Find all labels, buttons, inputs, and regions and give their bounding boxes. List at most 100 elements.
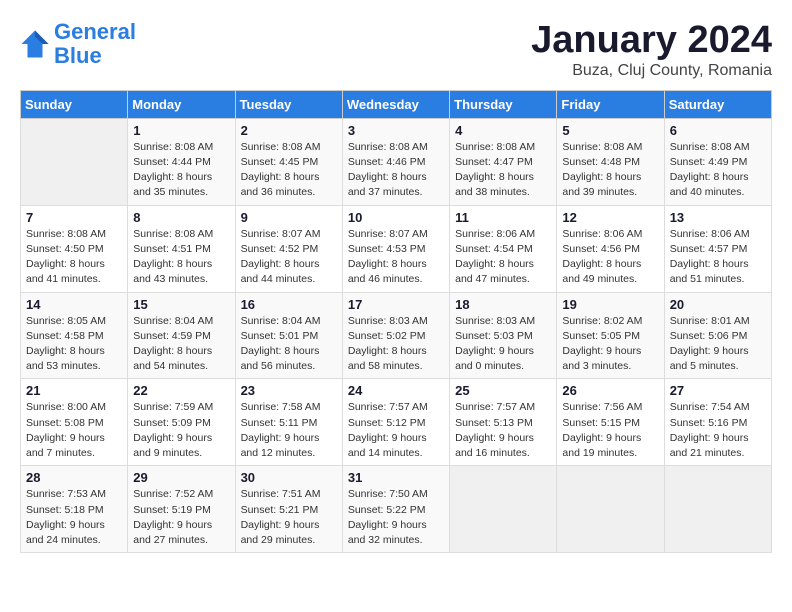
- calendar-body: 1 Sunrise: 8:08 AMSunset: 4:44 PMDaylight…: [21, 118, 772, 552]
- calendar-cell: [21, 118, 128, 205]
- calendar-cell: 16 Sunrise: 8:04 AMSunset: 5:01 PMDayligh…: [235, 292, 342, 379]
- calendar-cell: 13 Sunrise: 8:06 AMSunset: 4:57 PMDayligh…: [664, 205, 771, 292]
- day-info: Sunrise: 8:06 AMSunset: 4:57 PMDaylight:…: [670, 227, 766, 288]
- calendar-cell: 31 Sunrise: 7:50 AMSunset: 5:22 PMDayligh…: [342, 466, 449, 553]
- day-info: Sunrise: 8:08 AMSunset: 4:49 PMDaylight:…: [670, 140, 766, 201]
- calendar-cell: 4 Sunrise: 8:08 AMSunset: 4:47 PMDaylight…: [450, 118, 557, 205]
- calendar-cell: 3Sunrise: 8:08 AMSunset: 4:46 PMDaylight…: [342, 118, 449, 205]
- calendar-cell: 12 Sunrise: 8:06 AMSunset: 4:56 PMDayligh…: [557, 205, 664, 292]
- day-number: 6: [670, 123, 766, 138]
- day-number: 2: [241, 123, 337, 138]
- weekday-header-friday: Friday: [557, 90, 664, 118]
- day-info: Sunrise: 8:07 AMSunset: 4:52 PMDaylight:…: [241, 227, 337, 288]
- day-info: Sunrise: 7:51 AMSunset: 5:21 PMDaylight:…: [241, 487, 337, 548]
- logo: General Blue: [20, 20, 136, 68]
- day-info: Sunrise: 7:50 AMSunset: 5:22 PMDaylight:…: [348, 487, 444, 548]
- month-title: January 2024: [531, 20, 772, 62]
- weekday-header-wednesday: Wednesday: [342, 90, 449, 118]
- weekday-header-sunday: Sunday: [21, 90, 128, 118]
- day-number: 17: [348, 297, 444, 312]
- day-number: 13: [670, 210, 766, 225]
- day-info: Sunrise: 7:57 AMSunset: 5:13 PMDaylight:…: [455, 400, 551, 461]
- calendar-cell: 11 Sunrise: 8:06 AMSunset: 4:54 PMDayligh…: [450, 205, 557, 292]
- calendar-cell: 21Sunrise: 8:00 AMSunset: 5:08 PMDayligh…: [21, 379, 128, 466]
- day-number: 22: [133, 383, 229, 398]
- calendar-cell: 23Sunrise: 7:58 AMSunset: 5:11 PMDayligh…: [235, 379, 342, 466]
- calendar-cell: 24 Sunrise: 7:57 AMSunset: 5:12 PMDayligh…: [342, 379, 449, 466]
- day-info: Sunrise: 7:58 AMSunset: 5:11 PMDaylight:…: [241, 400, 337, 461]
- day-number: 28: [26, 470, 122, 485]
- calendar-cell: 22 Sunrise: 7:59 AMSunset: 5:09 PMDayligh…: [128, 379, 235, 466]
- weekday-header-monday: Monday: [128, 90, 235, 118]
- day-info: Sunrise: 8:00 AMSunset: 5:08 PMDaylight:…: [26, 400, 122, 461]
- day-number: 9: [241, 210, 337, 225]
- calendar-cell: 10Sunrise: 8:07 AMSunset: 4:53 PMDayligh…: [342, 205, 449, 292]
- day-info: Sunrise: 8:08 AMSunset: 4:51 PMDaylight:…: [133, 227, 229, 288]
- calendar-cell: [557, 466, 664, 553]
- day-info: Sunrise: 7:59 AMSunset: 5:09 PMDaylight:…: [133, 400, 229, 461]
- day-number: 30: [241, 470, 337, 485]
- title-section: January 2024 Buza, Cluj County, Romania: [531, 20, 772, 80]
- day-number: 11: [455, 210, 551, 225]
- location-title: Buza, Cluj County, Romania: [531, 62, 772, 80]
- weekday-header-thursday: Thursday: [450, 90, 557, 118]
- calendar-table: SundayMondayTuesdayWednesdayThursdayFrid…: [20, 90, 772, 553]
- day-number: 16: [241, 297, 337, 312]
- header: General Blue January 2024 Buza, Cluj Cou…: [20, 20, 772, 80]
- day-number: 25: [455, 383, 551, 398]
- day-info: Sunrise: 7:54 AMSunset: 5:16 PMDaylight:…: [670, 400, 766, 461]
- calendar-cell: 6 Sunrise: 8:08 AMSunset: 4:49 PMDaylight…: [664, 118, 771, 205]
- day-info: Sunrise: 8:08 AMSunset: 4:46 PMDaylight:…: [348, 140, 444, 201]
- day-number: 19: [562, 297, 658, 312]
- calendar-cell: 5Sunrise: 8:08 AMSunset: 4:48 PMDaylight…: [557, 118, 664, 205]
- day-number: 27: [670, 383, 766, 398]
- calendar-cell: [664, 466, 771, 553]
- day-number: 1: [133, 123, 229, 138]
- day-number: 14: [26, 297, 122, 312]
- day-number: 15: [133, 297, 229, 312]
- day-info: Sunrise: 8:04 AMSunset: 5:01 PMDaylight:…: [241, 314, 337, 375]
- day-info: Sunrise: 8:01 AMSunset: 5:06 PMDaylight:…: [670, 314, 766, 375]
- calendar-cell: 29Sunrise: 7:52 AMSunset: 5:19 PMDayligh…: [128, 466, 235, 553]
- logo-icon: [20, 29, 50, 59]
- day-number: 24: [348, 383, 444, 398]
- calendar-cell: 9 Sunrise: 8:07 AMSunset: 4:52 PMDaylight…: [235, 205, 342, 292]
- calendar-week-4: 21Sunrise: 8:00 AMSunset: 5:08 PMDayligh…: [21, 379, 772, 466]
- day-info: Sunrise: 8:03 AMSunset: 5:03 PMDaylight:…: [455, 314, 551, 375]
- day-info: Sunrise: 8:08 AMSunset: 4:50 PMDaylight:…: [26, 227, 122, 288]
- calendar-cell: 15Sunrise: 8:04 AMSunset: 4:59 PMDayligh…: [128, 292, 235, 379]
- day-info: Sunrise: 7:53 AMSunset: 5:18 PMDaylight:…: [26, 487, 122, 548]
- calendar-cell: 28 Sunrise: 7:53 AMSunset: 5:18 PMDayligh…: [21, 466, 128, 553]
- day-number: 8: [133, 210, 229, 225]
- calendar-cell: 30 Sunrise: 7:51 AMSunset: 5:21 PMDayligh…: [235, 466, 342, 553]
- calendar-cell: 14Sunrise: 8:05 AMSunset: 4:58 PMDayligh…: [21, 292, 128, 379]
- calendar-cell: 18Sunrise: 8:03 AMSunset: 5:03 PMDayligh…: [450, 292, 557, 379]
- day-info: Sunrise: 8:06 AMSunset: 4:56 PMDaylight:…: [562, 227, 658, 288]
- day-number: 26: [562, 383, 658, 398]
- day-number: 4: [455, 123, 551, 138]
- calendar-cell: 8 Sunrise: 8:08 AMSunset: 4:51 PMDaylight…: [128, 205, 235, 292]
- day-info: Sunrise: 8:08 AMSunset: 4:45 PMDaylight:…: [241, 140, 337, 201]
- day-info: Sunrise: 8:07 AMSunset: 4:53 PMDaylight:…: [348, 227, 444, 288]
- calendar-cell: 1 Sunrise: 8:08 AMSunset: 4:44 PMDaylight…: [128, 118, 235, 205]
- day-info: Sunrise: 7:56 AMSunset: 5:15 PMDaylight:…: [562, 400, 658, 461]
- day-info: Sunrise: 7:57 AMSunset: 5:12 PMDaylight:…: [348, 400, 444, 461]
- calendar-cell: 7 Sunrise: 8:08 AMSunset: 4:50 PMDaylight…: [21, 205, 128, 292]
- calendar-cell: 17Sunrise: 8:03 AMSunset: 5:02 PMDayligh…: [342, 292, 449, 379]
- day-number: 20: [670, 297, 766, 312]
- calendar-cell: 20 Sunrise: 8:01 AMSunset: 5:06 PMDayligh…: [664, 292, 771, 379]
- day-info: Sunrise: 8:08 AMSunset: 4:48 PMDaylight:…: [562, 140, 658, 201]
- calendar-cell: 25 Sunrise: 7:57 AMSunset: 5:13 PMDayligh…: [450, 379, 557, 466]
- calendar-cell: 27 Sunrise: 7:54 AMSunset: 5:16 PMDayligh…: [664, 379, 771, 466]
- day-number: 7: [26, 210, 122, 225]
- calendar-week-1: 1 Sunrise: 8:08 AMSunset: 4:44 PMDaylight…: [21, 118, 772, 205]
- calendar-cell: 19Sunrise: 8:02 AMSunset: 5:05 PMDayligh…: [557, 292, 664, 379]
- day-info: Sunrise: 8:06 AMSunset: 4:54 PMDaylight:…: [455, 227, 551, 288]
- day-number: 29: [133, 470, 229, 485]
- day-number: 12: [562, 210, 658, 225]
- calendar-cell: 26 Sunrise: 7:56 AMSunset: 5:15 PMDayligh…: [557, 379, 664, 466]
- day-info: Sunrise: 8:08 AMSunset: 4:44 PMDaylight:…: [133, 140, 229, 201]
- weekday-header-tuesday: Tuesday: [235, 90, 342, 118]
- day-number: 31: [348, 470, 444, 485]
- day-info: Sunrise: 8:08 AMSunset: 4:47 PMDaylight:…: [455, 140, 551, 201]
